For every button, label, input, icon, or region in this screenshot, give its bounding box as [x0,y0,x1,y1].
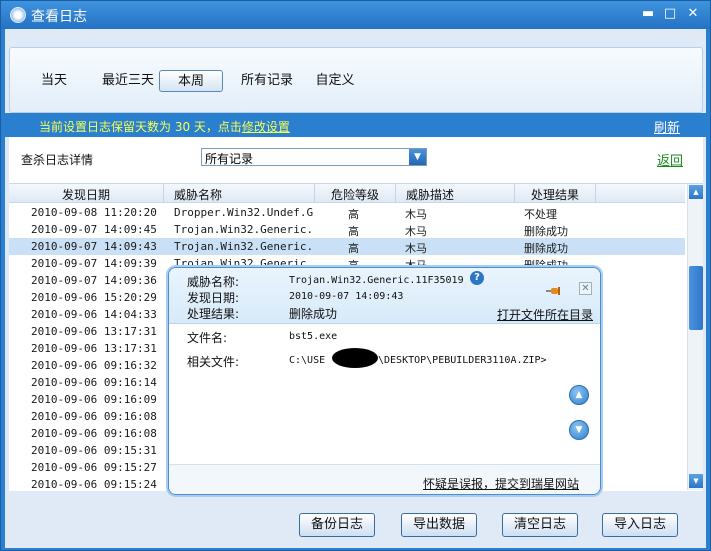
found-date-label: 发现日期: [187,291,240,305]
window-title: 查看日志 [31,9,87,25]
table-header: 发现日期 威胁名称 危险等级 威胁描述 处理结果 [9,184,685,203]
tab-last-three-days[interactable]: 最近三天 [96,70,160,92]
backup-log-button[interactable]: 备份日志 [299,513,375,537]
tab-today[interactable]: 当天 [36,70,72,92]
related-file-label: 相关文件: [187,355,240,369]
date-range-tabs: 当天 最近三天 本周 所有记录 自定义 [9,47,703,113]
popup-close-icon[interactable]: ✕ [579,282,592,295]
cell-threat: Dropper.Win32.Undef.GEN [174,206,314,219]
col-level-header[interactable]: 危险等级 [315,186,395,203]
log-detail-label: 查杀日志详情 [21,153,94,167]
popup-footer: 怀疑是误报，提交到瑞星网站 [169,464,600,494]
modify-settings-link[interactable]: 修改设置 [242,120,290,134]
scroll-thumb[interactable] [689,266,703,330]
result-label: 处理结果: [187,307,240,321]
app-shield-icon [10,7,26,23]
import-log-button[interactable]: 导入日志 [602,513,678,537]
cell-date: 2010-09-06 09:15:27 [31,461,157,474]
redaction-mark [332,348,378,368]
cell-date: 2010-09-06 15:20:29 [31,291,157,304]
action-bar: 备份日志 导出数据 清空日志 导入日志 [5,491,706,548]
maximize-icon[interactable]: □ [662,6,678,22]
table-row[interactable]: 2010-09-07 14:09:43 Trojan.Win32.Generic.… [9,238,685,255]
retention-text: 当前设置日志保留天数为 30 天，点击 [39,120,242,134]
chevron-down-icon[interactable]: ▼ [409,149,426,165]
clear-log-button[interactable]: 清空日志 [502,513,578,537]
tab-this-week[interactable]: 本周 [159,70,223,92]
vertical-scrollbar[interactable]: ▲ ▼ [687,184,703,490]
cell-date: 2010-09-07 14:09:39 [31,257,157,270]
cell-date: 2010-09-07 14:09:45 [31,223,157,236]
col-date-header[interactable]: 发现日期 [9,186,163,203]
record-filter-value: 所有记录 [205,152,254,166]
cell-date: 2010-09-06 13:17:31 [31,325,157,338]
column-divider[interactable] [595,184,596,203]
cell-date: 2010-09-06 09:15:24 [31,478,157,491]
cell-date: 2010-09-06 13:17:31 [31,342,157,355]
scroll-down-icon[interactable]: ▼ [569,420,589,440]
cell-date: 2010-09-06 09:16:08 [31,410,157,423]
pin-icon[interactable] [546,286,562,296]
cell-date: 2010-09-07 14:09:43 [31,240,157,253]
filter-bar: 查杀日志详情 所有记录 ▼ 返回 [9,137,703,183]
file-name-value: bst5.exe [289,331,338,342]
retention-info-bar: 当前设置日志保留天数为 30 天，点击修改设置 刷新 [5,113,706,137]
cell-result: 不处理 [524,208,557,221]
cell-level: 高 [348,225,359,238]
threat-detail-popup: 威胁名称: Trojan.Win32.Generic.11F35019 ? 发现… [168,267,601,495]
col-desc-header[interactable]: 威胁描述 [396,186,514,203]
report-false-positive-link[interactable]: 怀疑是误报，提交到瑞星网站 [423,475,579,492]
cell-date: 2010-09-06 09:15:31 [31,444,157,457]
table-row[interactable]: 2010-09-07 14:09:45 Trojan.Win32.Generic.… [9,221,685,238]
related-file-path-tail: \DESKTOP\PEBUILDER3110A.ZIP> [378,355,547,366]
cell-result: 删除成功 [524,225,568,238]
cell-threat: Trojan.Win32.Generic.... [174,223,314,236]
retention-notice: 当前设置日志保留天数为 30 天，点击修改设置 [39,118,290,135]
table-row[interactable]: 2010-09-08 11:20:20 Dropper.Win32.Undef.G… [9,204,685,221]
title-bar[interactable]: 查看日志 ▬ □ ✕ [1,1,710,29]
cell-threat: Trojan.Win32.Generic.... [174,240,314,253]
cell-date: 2010-09-06 09:16:32 [31,359,157,372]
minimize-icon[interactable]: ▬ [640,6,656,22]
cell-date: 2010-09-07 14:09:36 [31,274,157,287]
found-date-value: 2010-09-07 14:09:43 [289,291,404,302]
cell-level: 高 [348,208,359,221]
cell-desc: 木马 [405,242,427,255]
tab-custom[interactable]: 自定义 [310,70,360,92]
cell-level: 高 [348,242,359,255]
popup-header: 威胁名称: Trojan.Win32.Generic.11F35019 ? 发现… [169,268,600,324]
cell-date: 2010-09-06 09:16:09 [31,393,157,406]
col-threat-header[interactable]: 威胁名称 [164,186,314,203]
cell-date: 2010-09-06 09:16:08 [31,427,157,440]
scroll-up-icon[interactable]: ▲ [569,385,589,405]
tab-all-records[interactable]: 所有记录 [235,70,299,92]
cell-desc: 木马 [405,225,427,238]
cell-desc: 木马 [405,208,427,221]
refresh-link[interactable]: 刷新 [654,117,680,136]
log-viewer-window: 查看日志 ▬ □ ✕ 当天 最近三天 本周 所有记录 自定义 当前设置日志保留天… [0,0,711,551]
record-filter-select[interactable]: 所有记录 ▼ [201,148,427,166]
export-data-button[interactable]: 导出数据 [401,513,477,537]
cell-result: 删除成功 [524,242,568,255]
file-name-label: 文件名: [187,331,228,345]
back-link[interactable]: 返回 [657,150,683,169]
scroll-up-icon[interactable]: ▲ [689,185,703,199]
scroll-down-icon[interactable]: ▼ [689,474,703,488]
col-result-header[interactable]: 处理结果 [515,186,595,203]
cell-date: 2010-09-06 09:16:14 [31,376,157,389]
related-file-value: C:\USE [289,355,326,366]
cell-date: 2010-09-06 14:04:33 [31,308,157,321]
threat-name-label: 威胁名称: [187,275,240,289]
result-value: 删除成功 [289,307,338,321]
open-folder-link[interactable]: 打开文件所在目录 [497,306,593,323]
threat-name-value: Trojan.Win32.Generic.11F35019 [289,275,464,286]
cell-date: 2010-09-08 11:20:20 [31,206,157,219]
close-icon[interactable]: ✕ [685,6,701,22]
help-icon[interactable]: ? [470,271,484,285]
